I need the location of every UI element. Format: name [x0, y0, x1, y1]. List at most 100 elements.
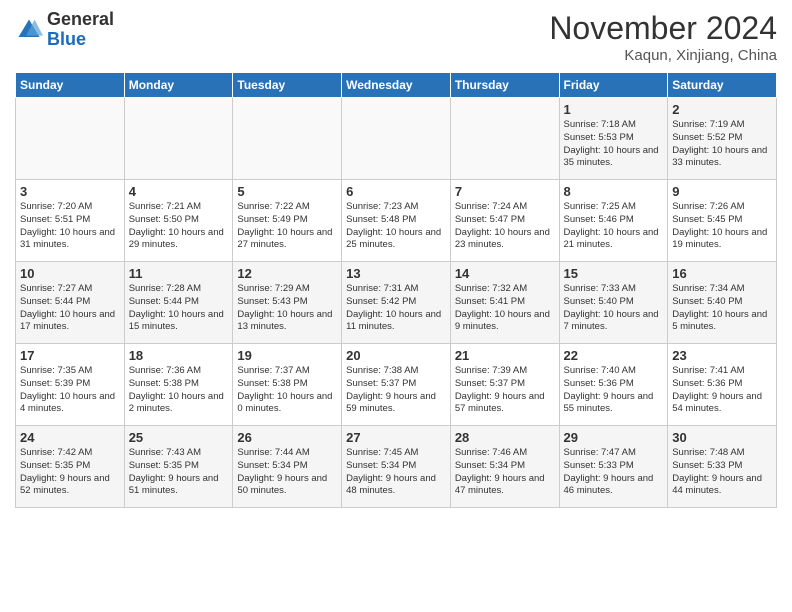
- day-info: Sunrise: 7:26 AM Sunset: 5:45 PM Dayligh…: [672, 201, 772, 252]
- cell-week5-day5: 29 Sunrise: 7:47 AM Sunset: 5:33 PM Dayli…: [559, 426, 668, 508]
- day-number: 2: [672, 102, 772, 117]
- page-header: General Blue November 2024 Kaqun, Xinjia…: [15, 10, 777, 64]
- week-row-5: 24 Sunrise: 7:42 AM Sunset: 5:35 PM Dayli…: [16, 426, 777, 508]
- day-info: Sunrise: 7:39 AM Sunset: 5:37 PM Dayligh…: [455, 365, 555, 416]
- day-info: Sunrise: 7:22 AM Sunset: 5:49 PM Dayligh…: [237, 201, 337, 252]
- day-number: 12: [237, 266, 337, 281]
- day-info: Sunrise: 7:31 AM Sunset: 5:42 PM Dayligh…: [346, 283, 446, 334]
- day-info: Sunrise: 7:37 AM Sunset: 5:38 PM Dayligh…: [237, 365, 337, 416]
- day-number: 21: [455, 348, 555, 363]
- day-number: 10: [20, 266, 120, 281]
- logo-blue: Blue: [47, 29, 86, 49]
- day-info: Sunrise: 7:41 AM Sunset: 5:36 PM Dayligh…: [672, 365, 772, 416]
- cell-week4-day2: 19 Sunrise: 7:37 AM Sunset: 5:38 PM Dayli…: [233, 344, 342, 426]
- cell-week3-day0: 10 Sunrise: 7:27 AM Sunset: 5:44 PM Dayli…: [16, 262, 125, 344]
- col-sunday: Sunday: [16, 73, 125, 98]
- day-number: 19: [237, 348, 337, 363]
- col-friday: Friday: [559, 73, 668, 98]
- day-number: 9: [672, 184, 772, 199]
- day-number: 24: [20, 430, 120, 445]
- day-info: Sunrise: 7:18 AM Sunset: 5:53 PM Dayligh…: [564, 119, 664, 170]
- day-info: Sunrise: 7:45 AM Sunset: 5:34 PM Dayligh…: [346, 447, 446, 498]
- day-info: Sunrise: 7:48 AM Sunset: 5:33 PM Dayligh…: [672, 447, 772, 498]
- day-info: Sunrise: 7:25 AM Sunset: 5:46 PM Dayligh…: [564, 201, 664, 252]
- day-number: 20: [346, 348, 446, 363]
- cell-week2-day3: 6 Sunrise: 7:23 AM Sunset: 5:48 PM Daylig…: [342, 180, 451, 262]
- day-number: 7: [455, 184, 555, 199]
- cell-week5-day0: 24 Sunrise: 7:42 AM Sunset: 5:35 PM Dayli…: [16, 426, 125, 508]
- cell-week1-day0: [16, 98, 125, 180]
- calendar-header: Sunday Monday Tuesday Wednesday Thursday…: [16, 73, 777, 98]
- day-info: Sunrise: 7:42 AM Sunset: 5:35 PM Dayligh…: [20, 447, 120, 498]
- cell-week2-day0: 3 Sunrise: 7:20 AM Sunset: 5:51 PM Daylig…: [16, 180, 125, 262]
- location: Kaqun, Xinjiang, China: [549, 47, 777, 64]
- week-row-1: 1Sunrise: 7:18 AM Sunset: 5:53 PM Daylig…: [16, 98, 777, 180]
- day-info: Sunrise: 7:40 AM Sunset: 5:36 PM Dayligh…: [564, 365, 664, 416]
- day-number: 4: [129, 184, 229, 199]
- calendar-table: Sunday Monday Tuesday Wednesday Thursday…: [15, 72, 777, 508]
- cell-week5-day1: 25Sunrise: 7:43 AM Sunset: 5:35 PM Dayli…: [124, 426, 233, 508]
- day-info: Sunrise: 7:33 AM Sunset: 5:40 PM Dayligh…: [564, 283, 664, 334]
- day-number: 5: [237, 184, 337, 199]
- day-number: 30: [672, 430, 772, 445]
- day-number: 6: [346, 184, 446, 199]
- cell-week1-day3: [342, 98, 451, 180]
- page-container: General Blue November 2024 Kaqun, Xinjia…: [0, 0, 792, 518]
- cell-week3-day1: 11Sunrise: 7:28 AM Sunset: 5:44 PM Dayli…: [124, 262, 233, 344]
- day-info: Sunrise: 7:20 AM Sunset: 5:51 PM Dayligh…: [20, 201, 120, 252]
- day-info: Sunrise: 7:38 AM Sunset: 5:37 PM Dayligh…: [346, 365, 446, 416]
- day-number: 13: [346, 266, 446, 281]
- cell-week1-day2: [233, 98, 342, 180]
- col-wednesday: Wednesday: [342, 73, 451, 98]
- day-number: 16: [672, 266, 772, 281]
- day-number: 22: [564, 348, 664, 363]
- day-info: Sunrise: 7:24 AM Sunset: 5:47 PM Dayligh…: [455, 201, 555, 252]
- month-title: November 2024: [549, 10, 777, 47]
- day-number: 23: [672, 348, 772, 363]
- cell-week2-day4: 7 Sunrise: 7:24 AM Sunset: 5:47 PM Daylig…: [450, 180, 559, 262]
- cell-week4-day5: 22 Sunrise: 7:40 AM Sunset: 5:36 PM Dayli…: [559, 344, 668, 426]
- week-row-4: 17 Sunrise: 7:35 AM Sunset: 5:39 PM Dayli…: [16, 344, 777, 426]
- cell-week4-day4: 21 Sunrise: 7:39 AM Sunset: 5:37 PM Dayli…: [450, 344, 559, 426]
- cell-week4-day1: 18Sunrise: 7:36 AM Sunset: 5:38 PM Dayli…: [124, 344, 233, 426]
- cell-week3-day4: 14 Sunrise: 7:32 AM Sunset: 5:41 PM Dayli…: [450, 262, 559, 344]
- cell-week2-day1: 4 Sunrise: 7:21 AM Sunset: 5:50 PM Daylig…: [124, 180, 233, 262]
- week-row-3: 10 Sunrise: 7:27 AM Sunset: 5:44 PM Dayli…: [16, 262, 777, 344]
- day-number: 29: [564, 430, 664, 445]
- logo-text: General Blue: [47, 10, 114, 50]
- day-number: 3: [20, 184, 120, 199]
- cell-week1-day4: [450, 98, 559, 180]
- logo-general: General: [47, 9, 114, 29]
- col-thursday: Thursday: [450, 73, 559, 98]
- day-number: 25: [129, 430, 229, 445]
- cell-week3-day5: 15 Sunrise: 7:33 AM Sunset: 5:40 PM Dayli…: [559, 262, 668, 344]
- day-info: Sunrise: 7:46 AM Sunset: 5:34 PM Dayligh…: [455, 447, 555, 498]
- day-info: Sunrise: 7:47 AM Sunset: 5:33 PM Dayligh…: [564, 447, 664, 498]
- day-info: Sunrise: 7:21 AM Sunset: 5:50 PM Dayligh…: [129, 201, 229, 252]
- day-number: 8: [564, 184, 664, 199]
- day-info: Sunrise: 7:27 AM Sunset: 5:44 PM Dayligh…: [20, 283, 120, 334]
- col-saturday: Saturday: [668, 73, 777, 98]
- day-info: Sunrise: 7:23 AM Sunset: 5:48 PM Dayligh…: [346, 201, 446, 252]
- cell-week3-day3: 13 Sunrise: 7:31 AM Sunset: 5:42 PM Dayli…: [342, 262, 451, 344]
- day-number: 26: [237, 430, 337, 445]
- title-block: November 2024 Kaqun, Xinjiang, China: [549, 10, 777, 64]
- day-number: 27: [346, 430, 446, 445]
- day-number: 15: [564, 266, 664, 281]
- day-info: Sunrise: 7:29 AM Sunset: 5:43 PM Dayligh…: [237, 283, 337, 334]
- calendar-body: 1Sunrise: 7:18 AM Sunset: 5:53 PM Daylig…: [16, 98, 777, 508]
- day-info: Sunrise: 7:44 AM Sunset: 5:34 PM Dayligh…: [237, 447, 337, 498]
- cell-week3-day6: 16Sunrise: 7:34 AM Sunset: 5:40 PM Dayli…: [668, 262, 777, 344]
- day-info: Sunrise: 7:32 AM Sunset: 5:41 PM Dayligh…: [455, 283, 555, 334]
- cell-week2-day6: 9 Sunrise: 7:26 AM Sunset: 5:45 PM Daylig…: [668, 180, 777, 262]
- cell-week4-day6: 23 Sunrise: 7:41 AM Sunset: 5:36 PM Dayli…: [668, 344, 777, 426]
- cell-week5-day4: 28Sunrise: 7:46 AM Sunset: 5:34 PM Dayli…: [450, 426, 559, 508]
- logo-icon: [15, 16, 43, 44]
- cell-week4-day0: 17 Sunrise: 7:35 AM Sunset: 5:39 PM Dayli…: [16, 344, 125, 426]
- day-number: 18: [129, 348, 229, 363]
- col-monday: Monday: [124, 73, 233, 98]
- cell-week2-day5: 8 Sunrise: 7:25 AM Sunset: 5:46 PM Daylig…: [559, 180, 668, 262]
- day-number: 14: [455, 266, 555, 281]
- day-number: 17: [20, 348, 120, 363]
- day-info: Sunrise: 7:35 AM Sunset: 5:39 PM Dayligh…: [20, 365, 120, 416]
